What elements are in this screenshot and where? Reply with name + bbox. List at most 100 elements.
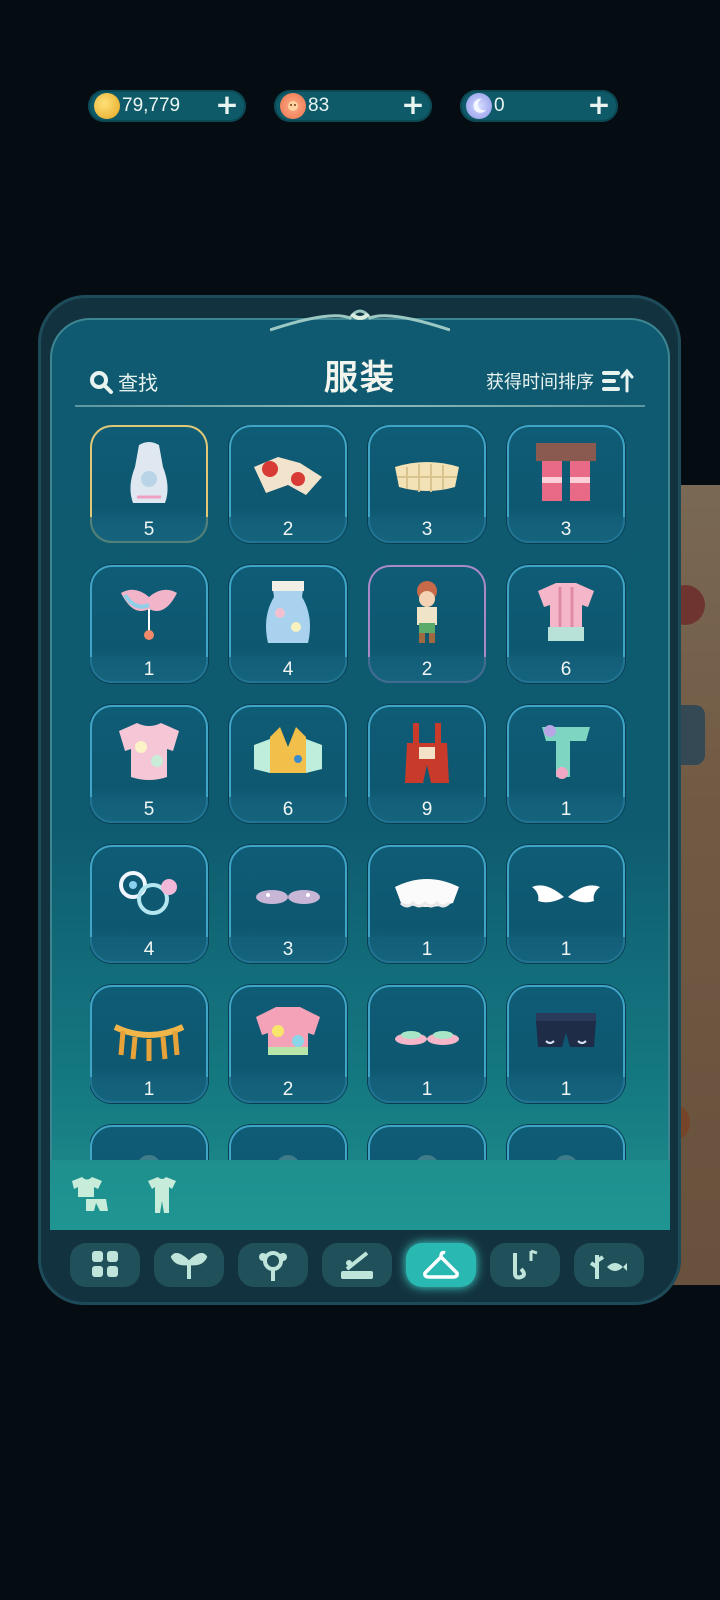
sort-label: 获得时间排序 xyxy=(486,372,594,393)
item-count: 1 xyxy=(143,1079,155,1100)
pink-floral-top-icon xyxy=(119,723,179,780)
navy-shorts-icon xyxy=(536,1013,596,1047)
item-count: 1 xyxy=(421,1079,433,1100)
blue-floral-dress-icon xyxy=(266,581,310,643)
coin-icon xyxy=(94,93,120,119)
item-count: 1 xyxy=(421,939,433,960)
item-tile[interactable]: 6 xyxy=(229,705,347,823)
item-grid: 5 2 3 3 1 4 2 6 5 6 9 1 4 3 1 1 1 2 1 1 xyxy=(90,425,630,1160)
nav-fish-plant-button[interactable] xyxy=(574,1243,644,1287)
partial-item-icon xyxy=(556,1155,576,1160)
item-tile[interactable] xyxy=(229,1125,347,1160)
item-tile[interactable]: 2 xyxy=(229,425,347,543)
item-tile[interactable] xyxy=(90,1125,208,1160)
moon-token-counter: 0 + xyxy=(460,90,618,122)
nav-grid-button[interactable] xyxy=(70,1243,140,1287)
header-divider xyxy=(75,405,645,407)
top-bottom-icon[interactable] xyxy=(68,1175,112,1215)
nav-furniture-button[interactable] xyxy=(322,1243,392,1287)
pink-shirt-shorts-icon xyxy=(538,583,594,641)
item-count: 4 xyxy=(282,659,294,680)
item-count: 4 xyxy=(143,939,155,960)
item-count: 9 xyxy=(421,799,433,820)
sort-button[interactable]: 获得时间排序 xyxy=(486,368,634,394)
item-tile[interactable]: 2 xyxy=(368,565,486,683)
item-tile[interactable]: 3 xyxy=(229,845,347,963)
item-count: 6 xyxy=(282,799,294,820)
flower-wheel-accessory-icon xyxy=(119,871,177,915)
item-tile[interactable]: 6 xyxy=(507,565,625,683)
item-count: 5 xyxy=(143,519,155,540)
bottom-nav xyxy=(38,1235,681,1295)
pastel-shoes-icon xyxy=(395,1031,459,1045)
flower-token-icon xyxy=(280,93,306,119)
item-count: 1 xyxy=(560,799,572,820)
item-grid-scroll[interactable]: 5 2 3 3 1 4 2 6 5 6 9 1 4 3 1 1 1 2 1 1 xyxy=(90,425,630,1160)
fish-plant-icon xyxy=(589,1255,627,1279)
item-tile[interactable]: 1 xyxy=(90,565,208,683)
furniture-icon xyxy=(341,1251,373,1279)
sparkly-shoes-icon xyxy=(256,890,320,904)
flower-token-value: 83 xyxy=(308,95,330,116)
coin-value: 79,779 xyxy=(122,95,181,116)
item-tile[interactable]: 1 xyxy=(507,985,625,1103)
polka-dot-top-icon xyxy=(256,1007,320,1055)
nav-flower-button[interactable] xyxy=(238,1243,308,1287)
add-flower-token-button[interactable]: + xyxy=(400,91,426,119)
item-count: 1 xyxy=(560,939,572,960)
waffle-skirt-icon xyxy=(395,462,459,492)
hanger-icon xyxy=(423,1250,459,1279)
item-tile[interactable]: 9 xyxy=(368,705,486,823)
red-heart-sleeves-icon xyxy=(254,457,322,495)
music-icon xyxy=(513,1249,538,1280)
add-coin-button[interactable]: + xyxy=(214,91,240,119)
item-tile[interactable]: 1 xyxy=(368,985,486,1103)
item-tile[interactable]: 4 xyxy=(229,565,347,683)
moon-ornament-icon xyxy=(270,309,450,332)
flower-icon xyxy=(259,1251,287,1281)
nav-music-button[interactable] xyxy=(490,1243,560,1287)
gold-fringe-necklace-icon xyxy=(113,1024,185,1061)
moon-token-value: 0 xyxy=(494,95,505,116)
character-outfit-icon xyxy=(417,581,437,643)
grid-icon xyxy=(92,1251,118,1277)
item-count: 1 xyxy=(560,1079,572,1100)
partial-item-icon xyxy=(417,1155,437,1160)
full-outfit-icon[interactable] xyxy=(140,1175,184,1215)
sort-icon xyxy=(602,368,634,393)
red-overalls-icon xyxy=(405,723,449,783)
lace-collar-icon xyxy=(395,879,459,908)
item-tile[interactable]: 2 xyxy=(229,985,347,1103)
item-tile[interactable] xyxy=(368,1125,486,1160)
item-count: 3 xyxy=(282,939,294,960)
sprout-icon xyxy=(170,1253,208,1279)
item-tile[interactable]: 1 xyxy=(90,985,208,1103)
item-count: 2 xyxy=(421,659,433,680)
partial-item-icon xyxy=(278,1155,298,1160)
item-tile[interactable] xyxy=(507,1125,625,1160)
angel-wings-icon xyxy=(532,885,600,903)
item-tile[interactable]: 1 xyxy=(368,845,486,963)
item-count: 5 xyxy=(143,799,155,820)
partial-item-icon xyxy=(139,1155,159,1160)
lace-dress-icon xyxy=(130,442,168,503)
item-tile[interactable]: 4 xyxy=(90,845,208,963)
nav-wardrobe-button[interactable] xyxy=(406,1243,476,1287)
yellow-overall-top-icon xyxy=(254,727,322,773)
item-count: 2 xyxy=(282,519,294,540)
item-count: 3 xyxy=(560,519,572,540)
mint-leg-warmers-icon xyxy=(542,725,590,779)
flower-token-counter: 83 + xyxy=(274,90,432,122)
nav-sprout-button[interactable] xyxy=(154,1243,224,1287)
item-tile[interactable]: 1 xyxy=(507,845,625,963)
rainbow-collar-icon xyxy=(121,589,177,640)
item-tile[interactable]: 3 xyxy=(368,425,486,543)
coin-counter: 79,779 + xyxy=(88,90,246,122)
item-tile[interactable]: 1 xyxy=(507,705,625,823)
moon-token-icon xyxy=(466,93,492,119)
item-tile[interactable]: 5 xyxy=(90,705,208,823)
item-tile[interactable]: 5 xyxy=(90,425,208,543)
add-moon-token-button[interactable]: + xyxy=(586,91,612,119)
item-tile[interactable]: 3 xyxy=(507,425,625,543)
item-count: 2 xyxy=(282,1079,294,1100)
